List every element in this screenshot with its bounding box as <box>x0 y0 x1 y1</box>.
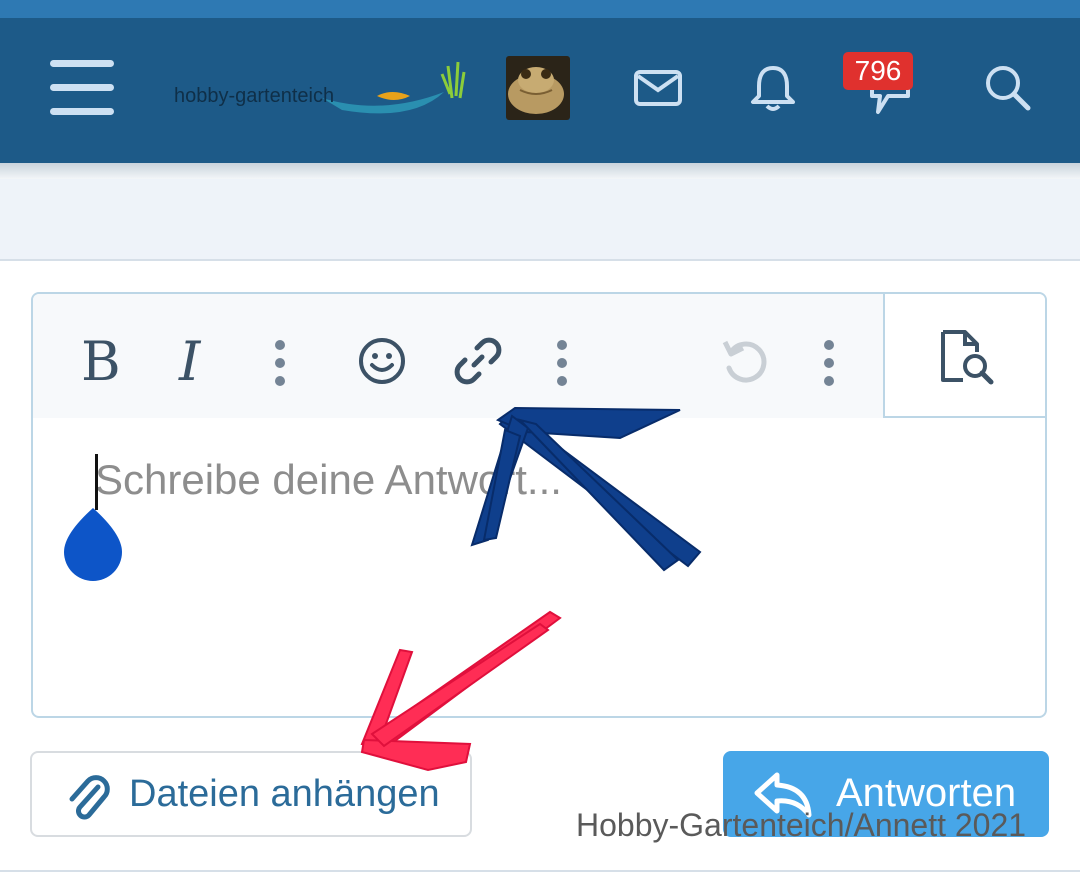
top-strip <box>0 0 1080 18</box>
selection-handle[interactable] <box>62 506 124 582</box>
emoji-icon[interactable] <box>357 336 407 386</box>
paperclip-icon <box>69 775 110 820</box>
reply-placeholder[interactable]: Schreibe deine Antwort... <box>95 456 562 504</box>
attach-files-label: Dateien anhängen <box>129 773 440 815</box>
preview-button[interactable] <box>883 294 1045 418</box>
text-cursor <box>95 454 98 510</box>
more-text-options-icon[interactable] <box>275 340 285 386</box>
more-insert-options-icon[interactable] <box>557 340 567 386</box>
avatar[interactable] <box>506 56 570 120</box>
watermark: Hobby-Gartenteich/Annett 2021 <box>576 807 1027 843</box>
bottom-divider <box>0 870 1080 872</box>
page-band <box>0 179 1080 261</box>
bold-button[interactable]: B <box>81 330 121 393</box>
undo-icon[interactable] <box>719 336 769 386</box>
editor-toolbar: B I <box>33 294 883 418</box>
search-icon[interactable] <box>982 62 1034 114</box>
site-logo[interactable]: hobby-gartenteich <box>172 58 467 120</box>
site-header: hobby-gartenteich 796 <box>0 18 1080 163</box>
preview-icon <box>941 330 994 385</box>
bell-icon[interactable] <box>747 62 799 114</box>
mail-icon[interactable] <box>632 62 684 114</box>
header-shadow <box>0 163 1080 179</box>
logo-text: hobby-gartenteich <box>174 85 334 107</box>
reply-editor[interactable]: B I Schreibe deine Antwort... <box>31 292 1047 718</box>
menu-icon[interactable] <box>50 60 114 116</box>
italic-button[interactable]: I <box>179 330 200 393</box>
link-icon[interactable] <box>453 336 503 386</box>
notification-badge: 796 <box>843 52 913 90</box>
more-options-icon[interactable] <box>824 340 834 386</box>
attach-files-button[interactable]: Dateien anhängen <box>30 751 472 837</box>
